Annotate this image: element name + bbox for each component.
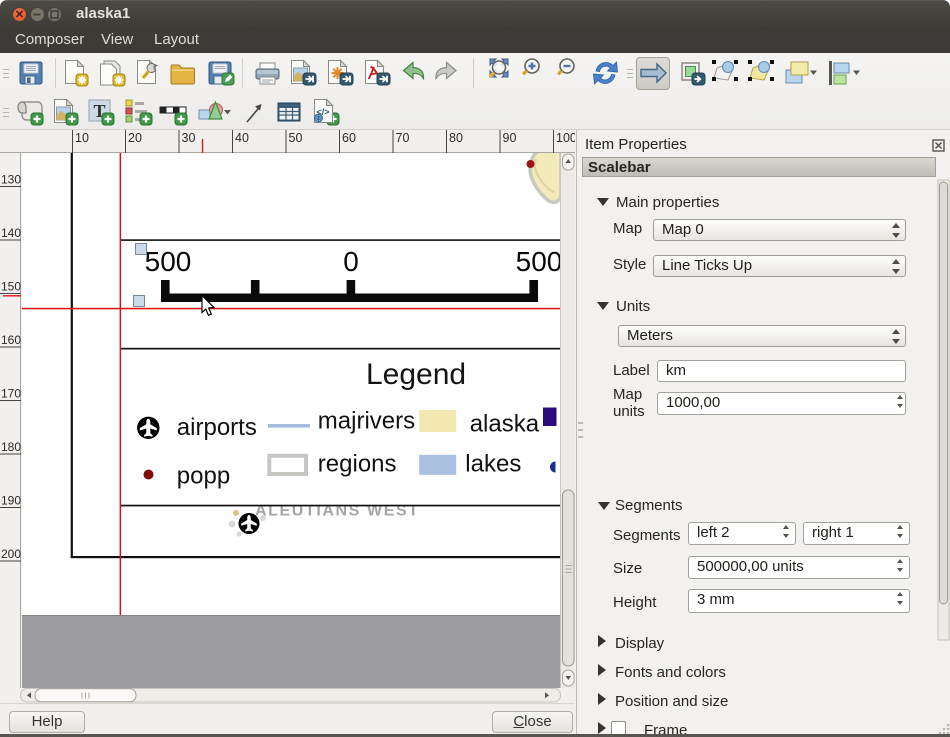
svg-text:190: 190 <box>1 494 21 508</box>
svg-text:60: 60 <box>342 131 356 145</box>
svg-text:130: 130 <box>1 173 21 187</box>
svg-text:80: 80 <box>449 131 463 145</box>
svg-text:popp: popp <box>177 463 230 490</box>
svg-text:150: 150 <box>1 280 21 294</box>
svg-text:50: 50 <box>289 131 303 145</box>
svg-text:lakes: lakes <box>465 451 521 478</box>
svg-text:160: 160 <box>1 333 21 347</box>
svg-text:20: 20 <box>128 131 142 145</box>
svg-text:70: 70 <box>396 131 410 145</box>
svg-text:airports: airports <box>177 414 257 441</box>
svg-text:500: 500 <box>516 246 560 277</box>
svg-text:140: 140 <box>1 226 21 240</box>
svg-text:majrivers: majrivers <box>318 408 415 435</box>
svg-text:100: 100 <box>556 131 575 145</box>
svg-text:alaska: alaska <box>470 411 540 438</box>
svg-text:10: 10 <box>75 131 89 145</box>
svg-text:90: 90 <box>503 131 517 145</box>
svg-text:500: 500 <box>145 246 192 277</box>
svg-text:40: 40 <box>235 131 249 145</box>
svg-text:170: 170 <box>1 387 21 401</box>
svg-text:0: 0 <box>343 246 359 277</box>
svg-text:180: 180 <box>1 440 21 454</box>
svg-text:30: 30 <box>182 131 196 145</box>
svg-text:regions: regions <box>318 451 397 478</box>
svg-text:Legend: Legend <box>366 358 466 391</box>
svg-text:200: 200 <box>1 547 21 561</box>
